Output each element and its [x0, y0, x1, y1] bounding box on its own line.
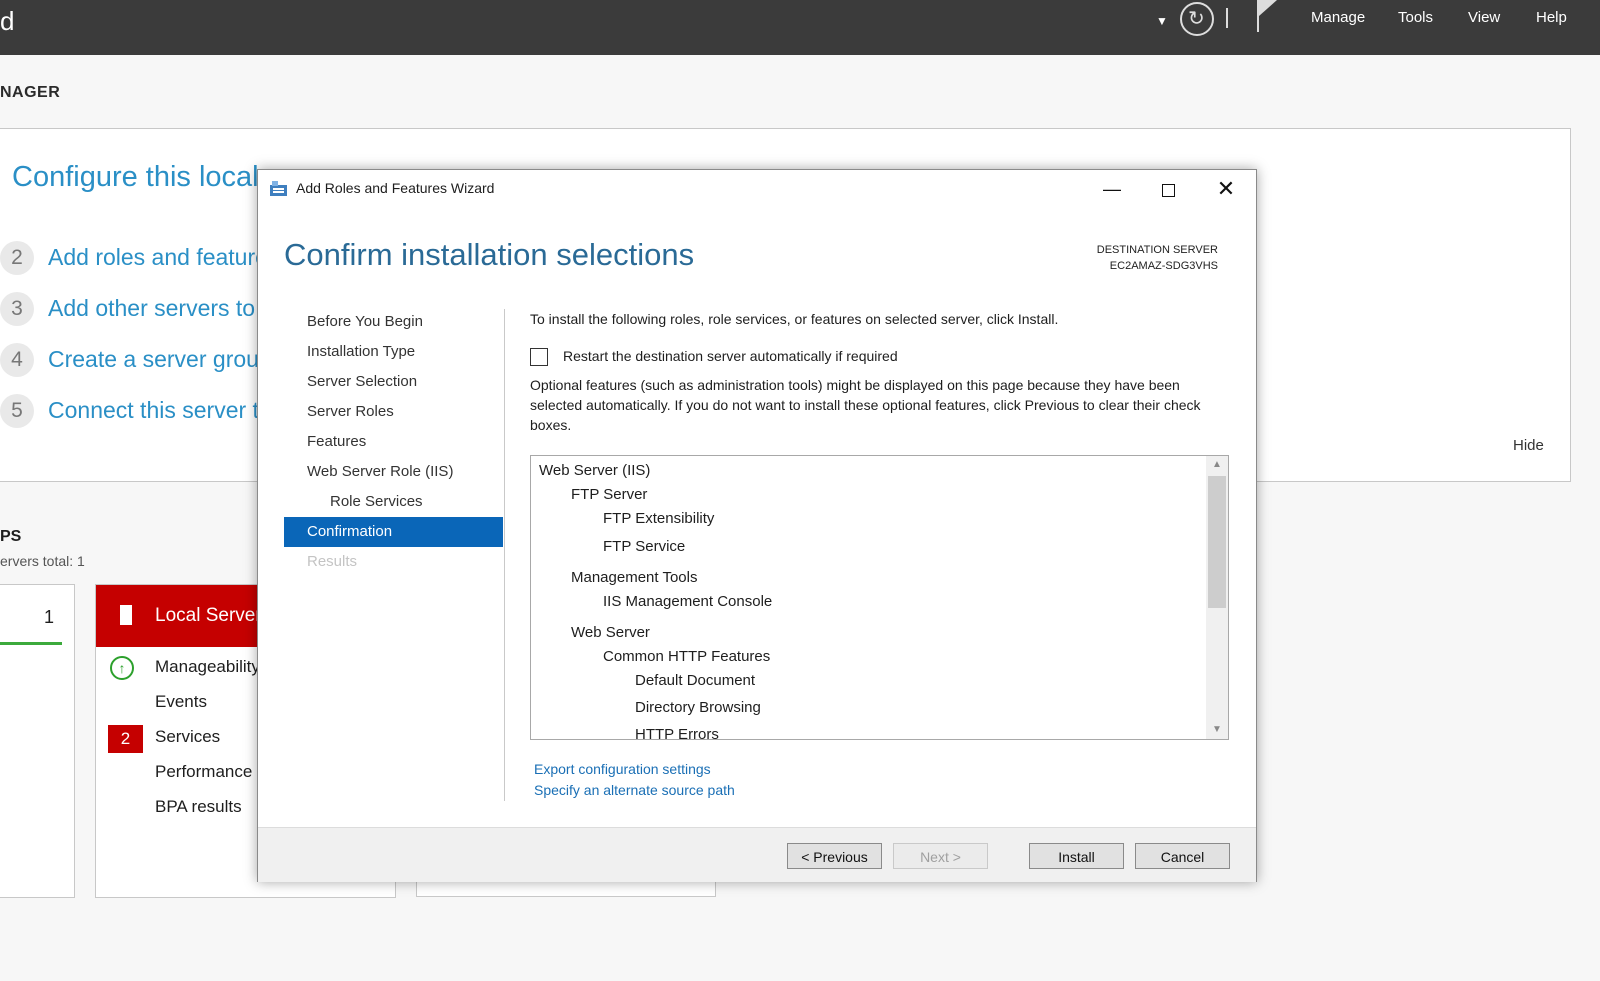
tile-row-performance[interactable]: Performance: [155, 762, 252, 782]
menu-manage[interactable]: Manage: [1311, 9, 1365, 26]
local-server-name: Local Server: [155, 605, 262, 626]
step-number: 2: [0, 241, 34, 275]
nav-confirmation[interactable]: Confirmation: [284, 517, 503, 547]
export-configuration-link[interactable]: Export configuration settings: [534, 761, 711, 777]
nav-role-services[interactable]: Role Services: [284, 487, 503, 517]
server-icon: [120, 605, 132, 625]
add-roles-link[interactable]: Add roles and feature: [48, 244, 268, 271]
nav-installation-type[interactable]: Installation Type: [284, 337, 503, 367]
list-item: Web Server: [571, 624, 650, 641]
step-number: 4: [0, 343, 34, 377]
minimize-icon[interactable]: —: [1090, 174, 1134, 204]
notifications-flag-icon[interactable]: [1255, 0, 1279, 32]
quick-start-title: Configure this local: [12, 161, 259, 193]
step-number: 3: [0, 292, 34, 326]
app-title-fragment: d: [0, 6, 15, 36]
services-alert-badge: 2: [108, 725, 143, 753]
nav-server-selection[interactable]: Server Selection: [284, 367, 503, 397]
manageability-ok-icon: ↑: [110, 656, 134, 680]
status-bar: [0, 642, 62, 645]
servers-total: ervers total: 1: [0, 553, 85, 569]
nav-before-you-begin[interactable]: Before You Begin: [284, 307, 503, 337]
nav-features[interactable]: Features: [284, 427, 503, 457]
dashboard-header: NAGER: [0, 84, 61, 101]
cancel-button[interactable]: Cancel: [1135, 843, 1230, 869]
destination-server-name: EC2AMAZ-SDG3VHS: [1109, 260, 1218, 272]
selections-list[interactable]: Web Server (IIS) FTP Server FTP Extensib…: [530, 455, 1229, 740]
intro-text: To install the following roles, role ser…: [530, 311, 1059, 327]
previous-button[interactable]: < Previous: [787, 843, 882, 869]
step-number: 5: [0, 394, 34, 428]
nav-divider: [504, 309, 505, 801]
server-count-tile[interactable]: 1: [0, 584, 75, 898]
destination-server-info: DESTINATION SERVER EC2AMAZ-SDG3VHS: [1097, 242, 1218, 274]
optional-features-text: Optional features (such as administratio…: [530, 377, 1201, 433]
list-item: Directory Browsing: [635, 699, 761, 716]
list-item: Web Server (IIS): [539, 462, 651, 479]
server-count: 1: [44, 607, 55, 627]
scroll-down-icon[interactable]: ▼: [1206, 721, 1228, 739]
wizard-window-title: Add Roles and Features Wizard: [296, 180, 495, 196]
add-roles-wizard-dialog: Add Roles and Features Wizard — ✕ Confir…: [257, 169, 1257, 882]
next-button: Next >: [893, 843, 988, 869]
nav-results: Results: [307, 553, 358, 570]
close-icon[interactable]: ✕: [1204, 174, 1248, 204]
menu-tools[interactable]: Tools: [1398, 9, 1433, 26]
toolbar-separator: [1226, 8, 1228, 28]
groups-title: PS: [0, 528, 22, 545]
tile-row-manageability[interactable]: Manageability: [155, 657, 260, 677]
refresh-icon[interactable]: ↻: [1180, 2, 1214, 36]
maximize-icon[interactable]: [1146, 174, 1190, 204]
tile-row-events[interactable]: Events: [155, 692, 207, 712]
list-item: Common HTTP Features: [603, 648, 771, 665]
wizard-app-icon: [270, 181, 287, 196]
list-item: FTP Server: [571, 486, 648, 503]
wizard-footer: < Previous Next > Install Cancel: [258, 827, 1256, 882]
tile-row-services[interactable]: Services: [155, 727, 220, 747]
tile-row-bpa-results[interactable]: BPA results: [155, 797, 242, 817]
alternate-source-path-link[interactable]: Specify an alternate source path: [534, 782, 735, 798]
scroll-up-icon[interactable]: ▲: [1206, 456, 1228, 474]
list-item: Default Document: [635, 672, 756, 689]
connect-cloud-link[interactable]: Connect this server to: [48, 397, 272, 424]
restart-checkbox-label[interactable]: Restart the destination server automatic…: [563, 348, 898, 364]
list-scrollbar[interactable]: ▲ ▼: [1206, 456, 1228, 739]
hide-link[interactable]: Hide: [1513, 437, 1544, 454]
dropdown-arrow-icon[interactable]: ▼: [1156, 14, 1168, 28]
server-manager-topbar: d ▼ ↻ Manage Tools View Help: [0, 0, 1600, 55]
restart-checkbox[interactable]: [530, 348, 548, 366]
destination-label: DESTINATION SERVER: [1096, 244, 1218, 256]
list-item: Management Tools: [571, 569, 698, 586]
nav-web-server-role[interactable]: Web Server Role (IIS): [284, 457, 503, 487]
create-server-group-link[interactable]: Create a server group: [48, 346, 272, 373]
list-item: FTP Extensibility: [603, 510, 715, 527]
install-button[interactable]: Install: [1029, 843, 1124, 869]
page-title: Confirm installation selections: [284, 237, 695, 272]
list-item: IIS Management Console: [603, 593, 773, 610]
menu-view[interactable]: View: [1468, 9, 1500, 26]
wizard-titlebar[interactable]: Add Roles and Features Wizard — ✕: [258, 170, 1256, 208]
scrollbar-thumb[interactable]: [1208, 476, 1226, 608]
menu-help[interactable]: Help: [1536, 9, 1567, 26]
list-item: FTP Service: [603, 538, 686, 555]
list-item: HTTP Errors: [635, 726, 719, 740]
nav-server-roles[interactable]: Server Roles: [284, 397, 503, 427]
add-servers-link[interactable]: Add other servers to: [48, 295, 255, 322]
